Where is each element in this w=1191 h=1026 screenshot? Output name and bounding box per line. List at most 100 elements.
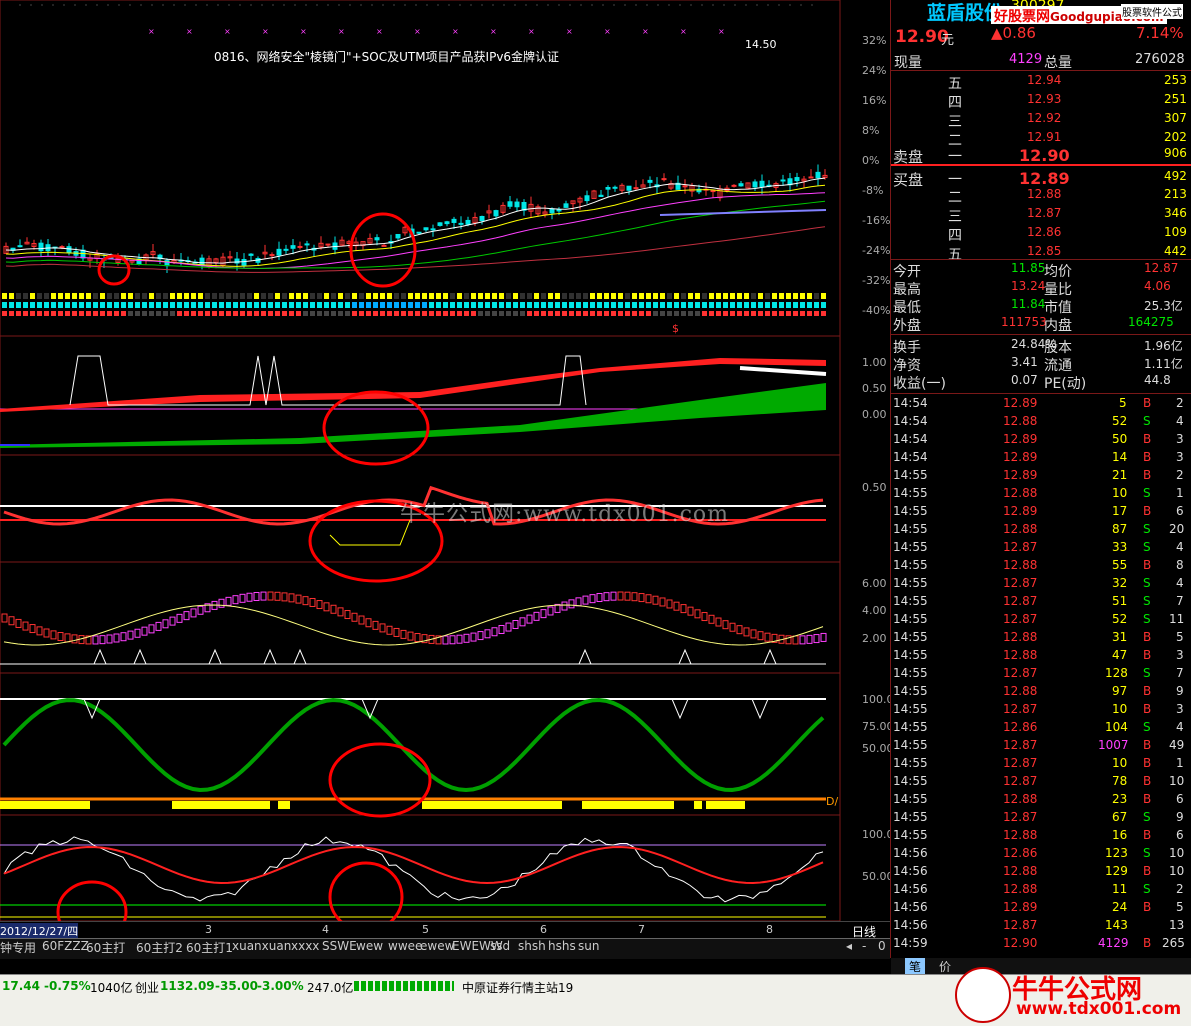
- tick-count: 4: [1176, 720, 1184, 734]
- formula-tab[interactable]: xxxx: [291, 939, 319, 953]
- tick-count: 4: [1176, 576, 1184, 590]
- tick-price: 12.88: [1003, 486, 1038, 500]
- tick-row[interactable]: 14:55 12.88 87 S 20: [891, 521, 1191, 539]
- signal-bar: [709, 311, 714, 316]
- signal-bar: [142, 311, 147, 316]
- formula-tab[interactable]: 60主打1: [186, 939, 233, 956]
- yellow-segment: [694, 801, 702, 809]
- candle: [605, 187, 611, 190]
- indicator-bar: [694, 609, 701, 619]
- formula-tab[interactable]: 60FZZZ: [42, 939, 89, 953]
- formula-tab[interactable]: ewew: [420, 939, 454, 953]
- volume-value: 4129: [1009, 52, 1043, 67]
- server-name: 中原证券行情主站19: [462, 981, 574, 995]
- ask-row: 五 12.94 253: [891, 72, 1191, 92]
- signal-bar: [590, 293, 595, 299]
- tick-row[interactable]: 14:55 12.87 10 B 3: [891, 701, 1191, 719]
- formula-tab[interactable]: hshs: [548, 939, 576, 953]
- formula-tab[interactable]: 60主打2: [136, 939, 183, 956]
- signal-bar: [758, 293, 763, 299]
- tick-row[interactable]: 14:55 12.88 16 B 6: [891, 827, 1191, 845]
- tick-row[interactable]: 14:55 12.89 17 B 6: [891, 503, 1191, 521]
- tick-row[interactable]: 14:56 12.88 129 B 10: [891, 863, 1191, 881]
- tick-count: 9: [1176, 810, 1184, 824]
- signal-bar: [485, 293, 490, 299]
- signal-bar: [107, 311, 112, 316]
- indicator-bar: [631, 592, 638, 602]
- tick-row[interactable]: 14:54 12.89 5 B 2: [891, 395, 1191, 413]
- signal-bar: [226, 311, 231, 316]
- tick-row[interactable]: 14:55 12.88 55 B 8: [891, 557, 1191, 575]
- tick-row[interactable]: 14:55 12.89 21 B 2: [891, 467, 1191, 485]
- signal-bar: [387, 311, 392, 316]
- tick-row[interactable]: 14:55 12.86 104 S 4: [891, 719, 1191, 737]
- tick-row[interactable]: 14:55 12.87 10 B 1: [891, 755, 1191, 773]
- bid-row-1: 买盘一 12.89 492: [891, 168, 1191, 189]
- tick-row[interactable]: 14:56 12.86 123 S 10: [891, 845, 1191, 863]
- tab-trades[interactable]: 笔: [905, 958, 926, 975]
- tick-row[interactable]: 14:55 12.87 67 S 9: [891, 809, 1191, 827]
- signal-bar: [758, 302, 763, 308]
- indicator-bar: [162, 619, 169, 629]
- tick-row[interactable]: 14:59 12.90 4129 B 265: [891, 935, 1191, 953]
- tick-row[interactable]: 14:55 12.88 10 S 1: [891, 485, 1191, 503]
- formula-tab[interactable]: wwee: [388, 939, 422, 953]
- indicator-bar: [197, 605, 204, 615]
- tick-row[interactable]: 14:54 12.89 50 B 3: [891, 431, 1191, 449]
- signal-bar: [86, 302, 91, 308]
- signal-bar: [107, 302, 112, 308]
- signal-bar: [44, 311, 49, 316]
- tick-row[interactable]: 14:56 12.89 24 B 5: [891, 899, 1191, 917]
- tick-row[interactable]: 14:55 12.87 51 S 7: [891, 593, 1191, 611]
- tick-row[interactable]: 14:55 12.87 52 S 11: [891, 611, 1191, 629]
- tick-row[interactable]: 14:54 12.88 52 S 4: [891, 413, 1191, 431]
- formula-tab[interactable]: xuanxuan: [232, 939, 291, 953]
- tick-row[interactable]: 14:55 12.87 33 S 4: [891, 539, 1191, 557]
- tick-row[interactable]: 14:55 12.87 78 B 10: [891, 773, 1191, 791]
- signal-bar: [457, 302, 462, 308]
- signal-bar: [289, 302, 294, 308]
- tick-row[interactable]: 14:56 12.88 11 S 2: [891, 881, 1191, 899]
- nav-button[interactable]: ◂: [846, 939, 852, 953]
- stat-value: 111753: [1001, 315, 1047, 329]
- signal-bar: [142, 293, 147, 299]
- tick-side: B: [1143, 432, 1152, 446]
- signal-bar: [79, 302, 84, 308]
- formula-tab[interactable]: SSWE: [322, 939, 357, 953]
- tick-row[interactable]: 14:55 12.87 32 S 4: [891, 575, 1191, 593]
- signal-bar: [58, 293, 63, 299]
- signal-bar: [114, 302, 119, 308]
- tick-row[interactable]: 14:55 12.88 31 B 5: [891, 629, 1191, 647]
- nav-button[interactable]: -: [862, 939, 866, 953]
- tab-price[interactable]: 价: [939, 958, 951, 975]
- signal-bar: [352, 311, 357, 316]
- formula-tab[interactable]: 钟专用: [0, 939, 36, 956]
- tick-side: B: [1143, 864, 1152, 878]
- tick-row[interactable]: 14:55 12.88 23 B 6: [891, 791, 1191, 809]
- tick-volume: 10: [1112, 702, 1128, 716]
- nav-button[interactable]: 0: [878, 939, 886, 953]
- tick-time: 14:55: [893, 504, 928, 518]
- tick-row[interactable]: 14:55 12.88 97 B 9: [891, 683, 1191, 701]
- signal-bar: [331, 293, 336, 299]
- formula-tab[interactable]: shsh: [518, 939, 546, 953]
- tick-row[interactable]: 14:55 12.87 128 S 7: [891, 665, 1191, 683]
- tick-row[interactable]: 14:55 12.88 47 B 3: [891, 647, 1191, 665]
- formula-tab[interactable]: 60主打: [86, 939, 125, 956]
- stat-value: 164275: [1128, 315, 1174, 329]
- signal-bar: [170, 311, 175, 316]
- formula-tab[interactable]: wew: [356, 939, 383, 953]
- tick-row[interactable]: 14:55 12.87 1007 B 49: [891, 737, 1191, 755]
- signal-bar: [695, 293, 700, 299]
- formula-tab[interactable]: sun: [578, 939, 599, 953]
- tick-row[interactable]: 14:56 12.87 143 13: [891, 917, 1191, 935]
- formula-tab[interactable]: ssd: [490, 939, 510, 953]
- tick-row[interactable]: 14:54 12.89 14 B 3: [891, 449, 1191, 467]
- signal-bar: [156, 293, 161, 299]
- signal-bar: [541, 311, 546, 316]
- candle: [241, 259, 247, 266]
- signal-bar: [317, 311, 322, 316]
- tick-time: 14:55: [893, 684, 928, 698]
- signal-bar: [506, 311, 511, 316]
- tick-time: 14:56: [893, 882, 928, 896]
